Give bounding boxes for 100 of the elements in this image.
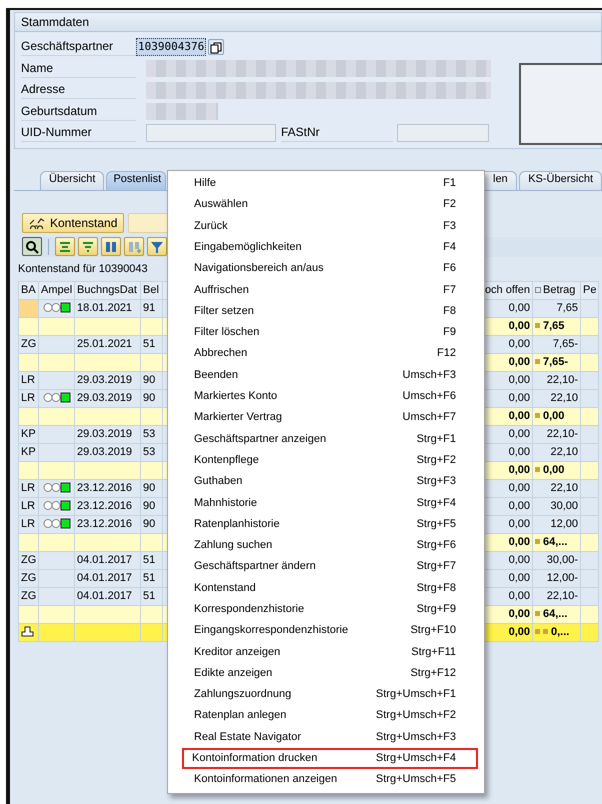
menu-item[interactable]: Ratenplan anlegen Strg+Umsch+F2 [168, 705, 478, 727]
menu-item[interactable]: Guthaben Strg+F3 [168, 471, 478, 492]
table-cell: LR [21, 374, 36, 386]
shortcut-text: F8 [443, 304, 456, 318]
table-cell: 7,65- [552, 338, 578, 350]
menu-item[interactable]: Geschäftspartner ändern Strg+F7 [168, 556, 478, 578]
menu-item[interactable]: Ratenplanhistorie Strg+F5 [168, 514, 478, 536]
account-balance-button[interactable]: Kontenstand [22, 212, 124, 233]
shortcut-text: Strg+F10 [410, 624, 456, 638]
shortcut-text: Strg+F5 [416, 518, 456, 531]
total-icon [21, 626, 34, 638]
menu-item[interactable]: Filter löschen F9 [168, 322, 478, 344]
menu-item[interactable]: Navigationsbereich an/aus F6 [168, 258, 478, 280]
menu-item-label: Guthaben [194, 475, 242, 488]
field-label: Geschäftspartner [21, 39, 114, 54]
menu-item-label: Filter setzen [194, 304, 254, 318]
menu-item-label: Navigationsbereich an/aus [194, 262, 324, 276]
table-cell: 30,00- [546, 554, 578, 566]
table-cell: 64,... [543, 536, 568, 548]
menu-item[interactable]: Eingangskorrespondenzhistorie Strg+F10 [168, 620, 478, 642]
table-cell: 0,00 [508, 374, 530, 386]
tab[interactable]: Postenlist [106, 170, 166, 190]
menu-item-label: Markierter Vertrag [194, 411, 282, 424]
table-cell: 0,00 [508, 518, 530, 530]
table-cell: 7,65- [543, 356, 568, 368]
text-field[interactable] [397, 124, 489, 142]
table-cell: 90 [143, 392, 156, 404]
menu-item[interactable]: Edikte anzeigen Strg+F12 [168, 662, 478, 684]
menu-item[interactable]: Auffrischen F7 [168, 279, 478, 301]
table-cell: 7,65 [556, 302, 578, 314]
table-cell: 51 [143, 590, 156, 602]
column-header: och offen [484, 284, 530, 296]
zoom-icon[interactable] [22, 237, 42, 256]
table-cell: 0,00 [508, 302, 530, 314]
menu-item-label: Eingangskorrespondenzhistorie [194, 624, 348, 638]
copy-icon[interactable] [208, 39, 224, 56]
highlighted-menu-item[interactable]: Kontoinformation drucken Strg+Umsch+F4 [182, 748, 478, 770]
table-cell: 91 [143, 302, 156, 314]
menu-item[interactable]: Abbrechen F12 [168, 343, 478, 365]
shortcut-text: Strg+Umsch+F2 [376, 709, 456, 723]
shortcut-text: Strg+F1 [416, 432, 456, 446]
menu-item[interactable]: Auswählen F2 [168, 194, 478, 216]
table-cell: ZG [21, 572, 36, 584]
sort-descending-icon[interactable] [78, 237, 98, 256]
tab[interactable]: KS-Übersicht [519, 170, 602, 190]
table-cell: 12,00 [550, 518, 578, 530]
table-cell: 0,00 [508, 608, 530, 620]
menu-item-label: Edikte anzeigen [194, 666, 272, 680]
table-cell: 25.01.2021 [77, 338, 132, 350]
menu-item[interactable]: Kontoinformationen anzeigen Strg+Umsch+F5 [168, 769, 478, 791]
table-cell: 0,00 [543, 410, 564, 422]
filter-icon[interactable] [147, 237, 167, 256]
column-header: Betrag [543, 284, 576, 296]
menu-item[interactable]: Korrespondenzhistorie Strg+F9 [168, 598, 478, 620]
menu-item-label: Filter löschen [194, 326, 260, 340]
menu-item-label: Kontoinformation drucken [192, 752, 318, 766]
table-cell: 51 [143, 338, 156, 350]
menu-item[interactable]: Zurück F3 [168, 216, 478, 237]
menu-item[interactable]: Markierter Vertrag Umsch+F7 [168, 407, 478, 429]
menu-item[interactable]: Zahlung suchen Strg+F6 [168, 535, 478, 556]
tab[interactable]: Übersicht [40, 170, 104, 190]
shortcut-text: F3 [443, 220, 456, 233]
sort-ascending-icon[interactable] [55, 237, 75, 256]
menu-item-label: Markiertes Konto [194, 390, 278, 404]
table-cell: 0,00 [543, 464, 564, 476]
subtotal-marker [535, 611, 540, 616]
list-title: Kontenstand für 10390043 [18, 262, 148, 277]
menu-item[interactable]: Kontenstand Strg+F8 [168, 578, 478, 599]
table-cell: 0,00 [508, 428, 530, 440]
column-header: BA [21, 284, 36, 296]
table-cell: 23.12.2016 [77, 518, 132, 530]
menu-item[interactable]: Geschäftspartner anzeigen Strg+F1 [168, 428, 478, 450]
table-cell: 0,00 [508, 392, 530, 404]
table-cell: LR [21, 500, 36, 512]
menu-item[interactable]: Beenden Umsch+F3 [168, 364, 478, 386]
table-cell: ZG [21, 338, 36, 350]
shortcut-text: Strg+F6 [416, 539, 456, 552]
column-header: Pe [583, 284, 596, 296]
table-cell: 30,00 [550, 500, 578, 512]
shortcut-text: F2 [443, 198, 456, 212]
redacted-text [146, 103, 218, 120]
menu-item[interactable]: Mahnhistorie Strg+F4 [168, 492, 478, 514]
menu-item[interactable]: Real Estate Navigator Strg+Umsch+F3 [168, 726, 478, 748]
menu-item[interactable]: Markiertes Konto Umsch+F6 [168, 386, 478, 408]
menu-item[interactable]: Filter setzen F8 [168, 300, 478, 322]
menu-item[interactable]: Zahlungszuordnung Strg+Umsch+F1 [168, 684, 478, 706]
table-cell: 90 [143, 374, 156, 386]
table-cell: 22,10 [550, 446, 578, 458]
text-field[interactable] [146, 124, 276, 142]
table-cell: 0,00 [508, 626, 530, 638]
partner-number-field[interactable]: 1039004376 [136, 38, 206, 56]
table-cell: 22,10- [546, 428, 578, 440]
table-cell: 22,10 [550, 482, 578, 494]
menu-item[interactable]: Kreditor anzeigen Strg+F11 [168, 642, 478, 663]
column-header: Ampel [41, 284, 72, 296]
subtotal-marker [535, 359, 540, 364]
shortcut-text: F6 [443, 262, 456, 276]
table-cell: 51 [143, 554, 156, 566]
menu-item[interactable]: Kontenpflege Strg+F2 [168, 450, 478, 472]
table-cell: 23.12.2016 [77, 500, 132, 512]
